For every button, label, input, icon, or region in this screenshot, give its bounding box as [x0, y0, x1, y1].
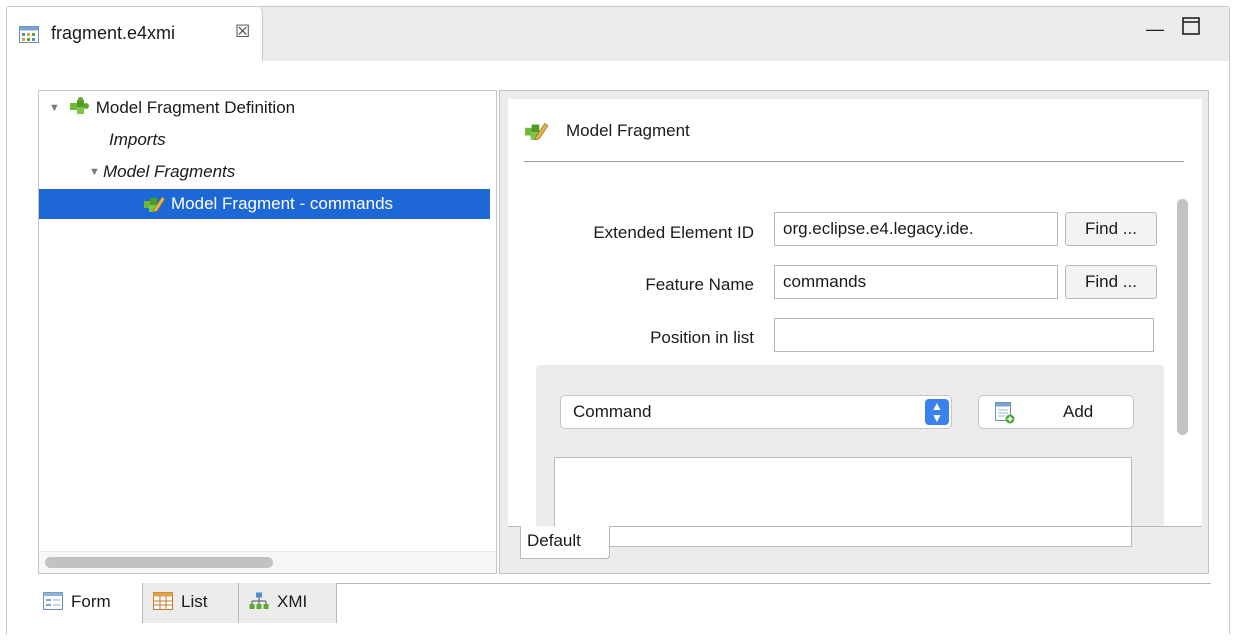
hierarchy-icon [249, 592, 269, 609]
section-title: Model Fragment [566, 121, 690, 140]
editor-tab-title: fragment.e4xmi [51, 23, 176, 43]
tab-default[interactable]: Default [520, 526, 610, 559]
tree-item-fragment-commands-label: Model Fragment - commands [171, 194, 394, 213]
find-feature-name-button[interactable]: Find ... [1065, 265, 1157, 299]
element-type-value: Command [573, 402, 652, 421]
expanded-twisty-icon[interactable]: ▼ [89, 157, 103, 187]
maximize-icon[interactable] [1182, 17, 1200, 40]
puzzle-fragment-icon [69, 97, 89, 114]
position-in-list-label: Position in list [650, 328, 754, 347]
section-divider [524, 161, 1184, 162]
up-down-chevron-icon[interactable]: ▲ ▼ [925, 399, 949, 425]
tab-list-label: List [181, 592, 208, 611]
tree-item-root-label: Model Fragment Definition [95, 98, 296, 117]
tab-list[interactable]: List [143, 583, 239, 623]
children-group: Command ▲ ▼ Add [536, 365, 1164, 547]
editor-tab-fragment[interactable]: fragment.e4xmi ☒ [7, 7, 263, 61]
details-vertical-scrollbar[interactable] [1177, 199, 1188, 435]
form-icon [43, 592, 63, 610]
feature-name-label: Feature Name [645, 275, 754, 294]
editor-content: ▼ Model Fragment Definition Imports ▼ Mod… [7, 61, 1229, 636]
add-button[interactable]: Add [978, 395, 1134, 429]
extended-element-id-field[interactable]: org.eclipse.e4.legacy.ide. [774, 212, 1058, 246]
details-pane: Model Fragment Extended Element ID org.e… [499, 90, 1209, 574]
details-form: Model Fragment Extended Element ID org.e… [508, 99, 1202, 547]
tree-item-model-fragments[interactable]: ▼ Model Fragments [89, 157, 235, 187]
position-in-list-field[interactable] [774, 318, 1154, 352]
details-tab-divider [508, 526, 1202, 527]
element-type-select[interactable]: Command ▲ ▼ [560, 395, 952, 429]
children-list[interactable] [554, 457, 1132, 547]
extended-element-id-label: Extended Element ID [593, 223, 754, 242]
tree-item-fragment-commands[interactable]: Model Fragment - commands [39, 189, 490, 219]
tab-xmi-label: XMI [277, 592, 308, 611]
add-table-icon [995, 402, 1015, 424]
model-tree[interactable]: ▼ Model Fragment Definition Imports ▼ Mod… [38, 90, 497, 574]
close-tab-icon[interactable]: ☒ [235, 22, 250, 42]
e4xmi-file-icon [19, 26, 39, 43]
tree-item-imports[interactable]: Imports [109, 125, 166, 155]
add-button-label: Add [1063, 402, 1094, 421]
edit-fragment-icon [525, 123, 548, 141]
editor-tab-bar: fragment.e4xmi ☒ — [7, 7, 1229, 61]
section-header: Model Fragment [524, 119, 690, 141]
tree-item-imports-label: Imports [109, 130, 166, 149]
table-icon [153, 592, 173, 610]
minimize-icon[interactable]: — [1146, 19, 1164, 40]
tab-form[interactable]: Form [33, 583, 143, 623]
tab-form-label: Form [71, 592, 111, 611]
tree-horizontal-scrollbar[interactable] [39, 551, 496, 573]
tree-scroll-thumb[interactable] [45, 557, 273, 568]
editor-window: fragment.e4xmi ☒ — ▼ Model Fragment Defi… [6, 6, 1230, 636]
tab-xmi[interactable]: XMI [239, 583, 337, 623]
tree-item-model-fragments-label: Model Fragments [103, 162, 236, 181]
find-element-id-button[interactable]: Find ... [1065, 212, 1157, 246]
edit-fragment-icon [144, 196, 165, 213]
tree-item-root[interactable]: ▼ Model Fragment Definition [49, 93, 295, 123]
expanded-twisty-icon[interactable]: ▼ [49, 93, 63, 123]
feature-name-field[interactable]: commands [774, 265, 1058, 299]
